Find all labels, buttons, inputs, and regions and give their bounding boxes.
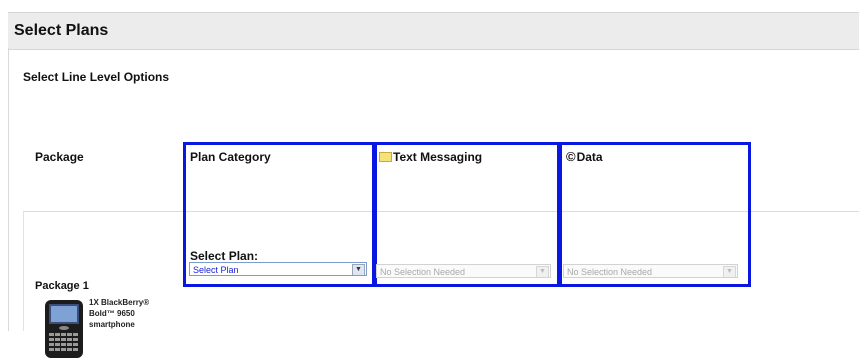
select-plan-label: Select Plan: <box>190 249 259 263</box>
chevron-down-icon[interactable]: ▼ <box>723 266 736 277</box>
chevron-down-icon[interactable]: ▼ <box>352 264 365 275</box>
package-column-header: Package <box>35 150 84 164</box>
text-messaging-select-value: No Selection Needed <box>380 267 466 277</box>
device-line: 1X BlackBerry® <box>89 298 150 307</box>
plan-category-header: Plan Category <box>190 150 271 164</box>
plan-select[interactable]: Select Plan ▼ <box>189 262 367 276</box>
folder-icon <box>379 152 392 162</box>
data-select[interactable]: No Selection Needed ▼ <box>563 264 738 278</box>
text-messaging-label: Text Messaging <box>393 150 483 164</box>
page-header: Select Plans <box>8 12 859 50</box>
chevron-down-icon[interactable]: ▼ <box>536 266 549 277</box>
section-title: Select Line Level Options <box>23 70 170 84</box>
text-messaging-header: Text Messaging <box>379 150 482 164</box>
blackberry-phone-image <box>45 300 83 358</box>
row-left-border <box>23 211 24 331</box>
device-line: smartphone <box>89 320 135 329</box>
device-line: Bold™ 9650 <box>89 309 135 318</box>
text-messaging-select[interactable]: No Selection Needed ▼ <box>376 264 551 278</box>
copyright-icon: © <box>566 149 576 164</box>
select-plans-page: Select Plans Select Line Level Options P… <box>0 0 859 358</box>
data-header: ©Data <box>566 149 603 164</box>
data-label: Data <box>576 150 603 164</box>
plan-select-value: Select Plan <box>193 265 239 275</box>
data-select-value: No Selection Needed <box>567 267 653 277</box>
device-description: 1X BlackBerry® Bold™ 9650 smartphone <box>89 297 149 330</box>
package-name: Package 1 <box>35 280 89 292</box>
page-title: Select Plans <box>14 22 109 39</box>
